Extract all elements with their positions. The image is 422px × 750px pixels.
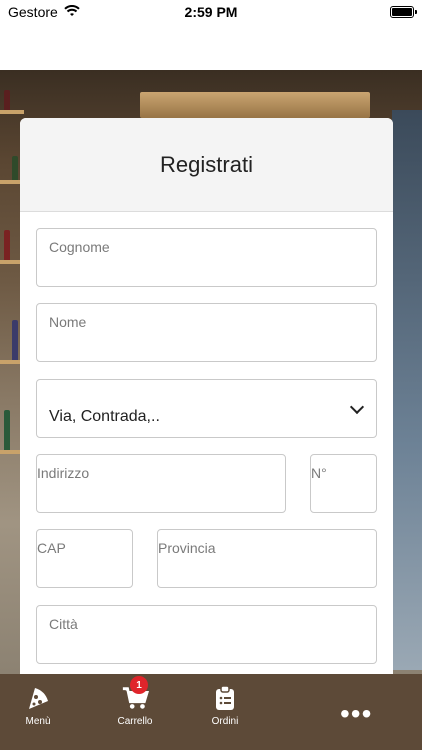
status-bar: Gestore 2:59 PM <box>0 0 422 24</box>
citta-placeholder: Città <box>49 616 78 632</box>
cap-placeholder: CAP <box>37 540 66 556</box>
provincia-placeholder: Provincia <box>158 540 216 556</box>
more-icon[interactable]: ••• <box>340 698 372 730</box>
tab-carrello[interactable]: 1 Carrello <box>76 674 194 750</box>
chevron-down-icon <box>349 399 365 415</box>
wifi-icon <box>64 4 80 20</box>
citta-field[interactable]: Città <box>36 605 377 664</box>
tab-ordini-label: Ordini <box>211 716 239 727</box>
pizza-icon <box>24 684 52 712</box>
clipboard-icon <box>211 684 239 712</box>
carrier-name: Gestore <box>8 4 58 20</box>
cognome-placeholder: Cognome <box>49 239 110 255</box>
tab-ordini[interactable]: Ordini <box>194 674 256 750</box>
indirizzo-placeholder: Indirizzo <box>37 465 90 481</box>
street-type-value: Via, Contrada,.. <box>49 408 160 425</box>
card-header: Registrati <box>20 118 393 212</box>
nome-placeholder: Nome <box>49 314 87 330</box>
status-left: Gestore <box>8 4 80 20</box>
street-type-select[interactable]: Via, Contrada,.. <box>36 379 377 438</box>
indirizzo-field[interactable]: Indirizzo <box>36 454 286 513</box>
page-title: Registrati <box>160 151 253 177</box>
tab-carrello-label: Carrello <box>117 716 153 727</box>
cart-badge: 1 <box>130 676 148 694</box>
tab-menu[interactable]: Menù <box>0 674 76 750</box>
provincia-field[interactable]: Provincia <box>157 529 377 588</box>
nome-field[interactable]: Nome <box>36 303 377 362</box>
cap-field[interactable]: CAP <box>36 529 133 588</box>
cognome-field[interactable]: Cognome <box>36 228 377 287</box>
tab-menu-label: Menù <box>25 716 51 727</box>
numero-field[interactable]: N° <box>310 454 377 513</box>
header-area <box>0 24 422 70</box>
battery-icon <box>390 6 417 18</box>
numero-placeholder: N° <box>311 465 327 481</box>
